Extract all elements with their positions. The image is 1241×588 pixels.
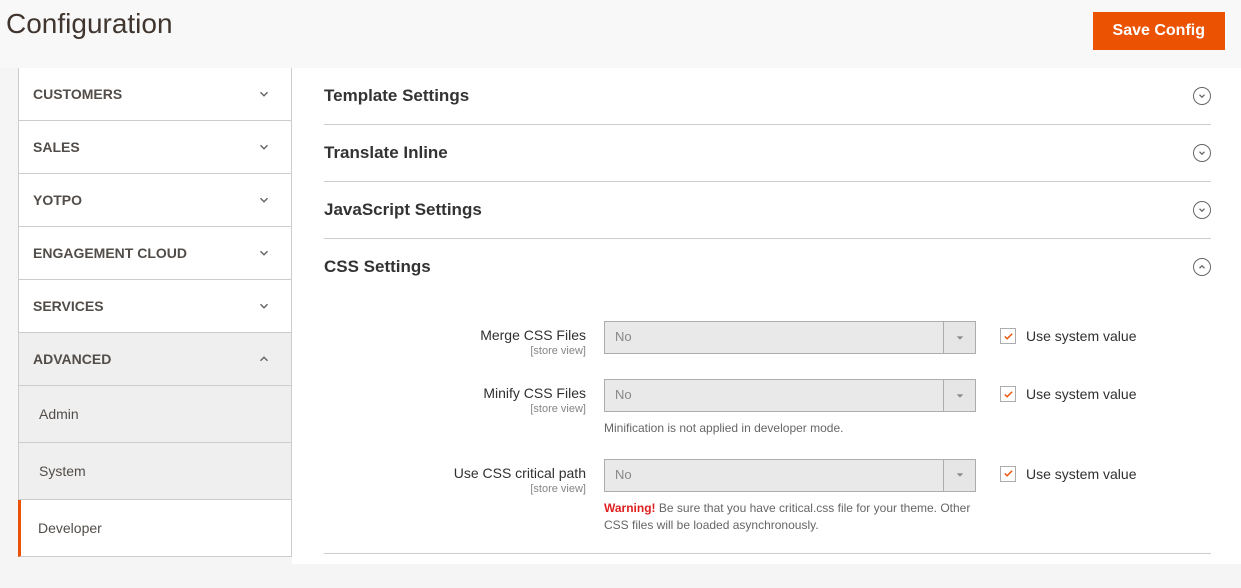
select-value: No [605,380,943,411]
sidebar-item-yotpo[interactable]: YOTPO [18,174,292,227]
field-minify-css: Minify CSS Files [store view] No Minific… [324,379,1211,437]
section-javascript-settings[interactable]: JavaScript Settings [324,182,1211,239]
minify-css-note: Minification is not applied in developer… [604,420,976,437]
warning-label: Warning! [604,501,656,515]
sidebar-subitem-label: System [39,463,86,479]
critical-css-use-system-checkbox[interactable] [1000,466,1016,482]
caret-down-icon [943,322,975,353]
sidebar-item-engagement-cloud[interactable]: ENGAGEMENT CLOUD [18,227,292,280]
chevron-down-icon [257,246,271,260]
critical-css-note: Warning! Be sure that you have critical.… [604,500,976,534]
field-label: Merge CSS Files [324,327,586,343]
config-sidebar: CUSTOMERS SALES YOTPO ENGAGEMENT CLOUD S… [0,68,292,564]
sidebar-item-customers[interactable]: CUSTOMERS [18,68,292,121]
warning-text: Be sure that you have critical.css file … [604,501,970,532]
field-scope: [store view] [324,483,586,495]
select-value: No [605,460,943,491]
chevron-down-icon [257,140,271,154]
sidebar-item-advanced[interactable]: ADVANCED [18,333,292,386]
section-translate-inline[interactable]: Translate Inline [324,125,1211,182]
main-panel: Template Settings Translate Inline JavaS… [292,68,1241,564]
chevron-up-icon [257,352,271,366]
sidebar-subitem-system[interactable]: System [18,443,292,500]
section-divider [324,553,1211,554]
expand-down-icon [1193,144,1211,162]
select-value: No [605,322,943,353]
sidebar-subitem-developer[interactable]: Developer [18,500,292,557]
expand-down-icon [1193,87,1211,105]
section-css-settings[interactable]: CSS Settings [324,239,1211,295]
sidebar-item-sales[interactable]: SALES [18,121,292,174]
sidebar-item-label: CUSTOMERS [33,86,122,102]
sidebar-item-label: SERVICES [33,298,104,314]
chevron-down-icon [257,87,271,101]
collapse-up-icon [1193,258,1211,276]
critical-css-select[interactable]: No [604,459,976,492]
minify-css-select[interactable]: No [604,379,976,412]
checkbox-label: Use system value [1026,328,1136,344]
section-template-settings[interactable]: Template Settings [324,68,1211,125]
page-title: Configuration [6,8,173,40]
merge-css-select[interactable]: No [604,321,976,354]
sidebar-subitem-admin[interactable]: Admin [18,386,292,443]
field-label: Use CSS critical path [324,465,586,481]
section-title: Translate Inline [324,143,448,163]
sidebar-item-services[interactable]: SERVICES [18,280,292,333]
sidebar-item-label: YOTPO [33,192,82,208]
chevron-down-icon [257,193,271,207]
sidebar-item-label: ADVANCED [33,351,111,367]
checkbox-label: Use system value [1026,386,1136,402]
page-header: Configuration Save Config [0,0,1241,68]
section-title: JavaScript Settings [324,200,482,220]
field-css-critical-path: Use CSS critical path [store view] No Wa… [324,459,1211,534]
checkbox-label: Use system value [1026,466,1136,482]
sidebar-subitem-label: Admin [39,406,79,422]
merge-css-use-system-checkbox[interactable] [1000,328,1016,344]
section-title: Template Settings [324,86,469,106]
field-scope: [store view] [324,403,586,415]
field-merge-css: Merge CSS Files [store view] No Use syst… [324,321,1211,357]
sidebar-item-label: ENGAGEMENT CLOUD [33,245,187,261]
sidebar-item-label: SALES [33,139,80,155]
caret-down-icon [943,460,975,491]
field-scope: [store view] [324,345,586,357]
caret-down-icon [943,380,975,411]
chevron-down-icon [257,299,271,313]
expand-down-icon [1193,201,1211,219]
sidebar-subitem-label: Developer [38,520,102,536]
css-settings-body: Merge CSS Files [store view] No Use syst… [324,295,1211,564]
minify-css-use-system-checkbox[interactable] [1000,386,1016,402]
save-config-button[interactable]: Save Config [1093,12,1225,50]
field-label: Minify CSS Files [324,385,586,401]
section-title: CSS Settings [324,257,431,277]
